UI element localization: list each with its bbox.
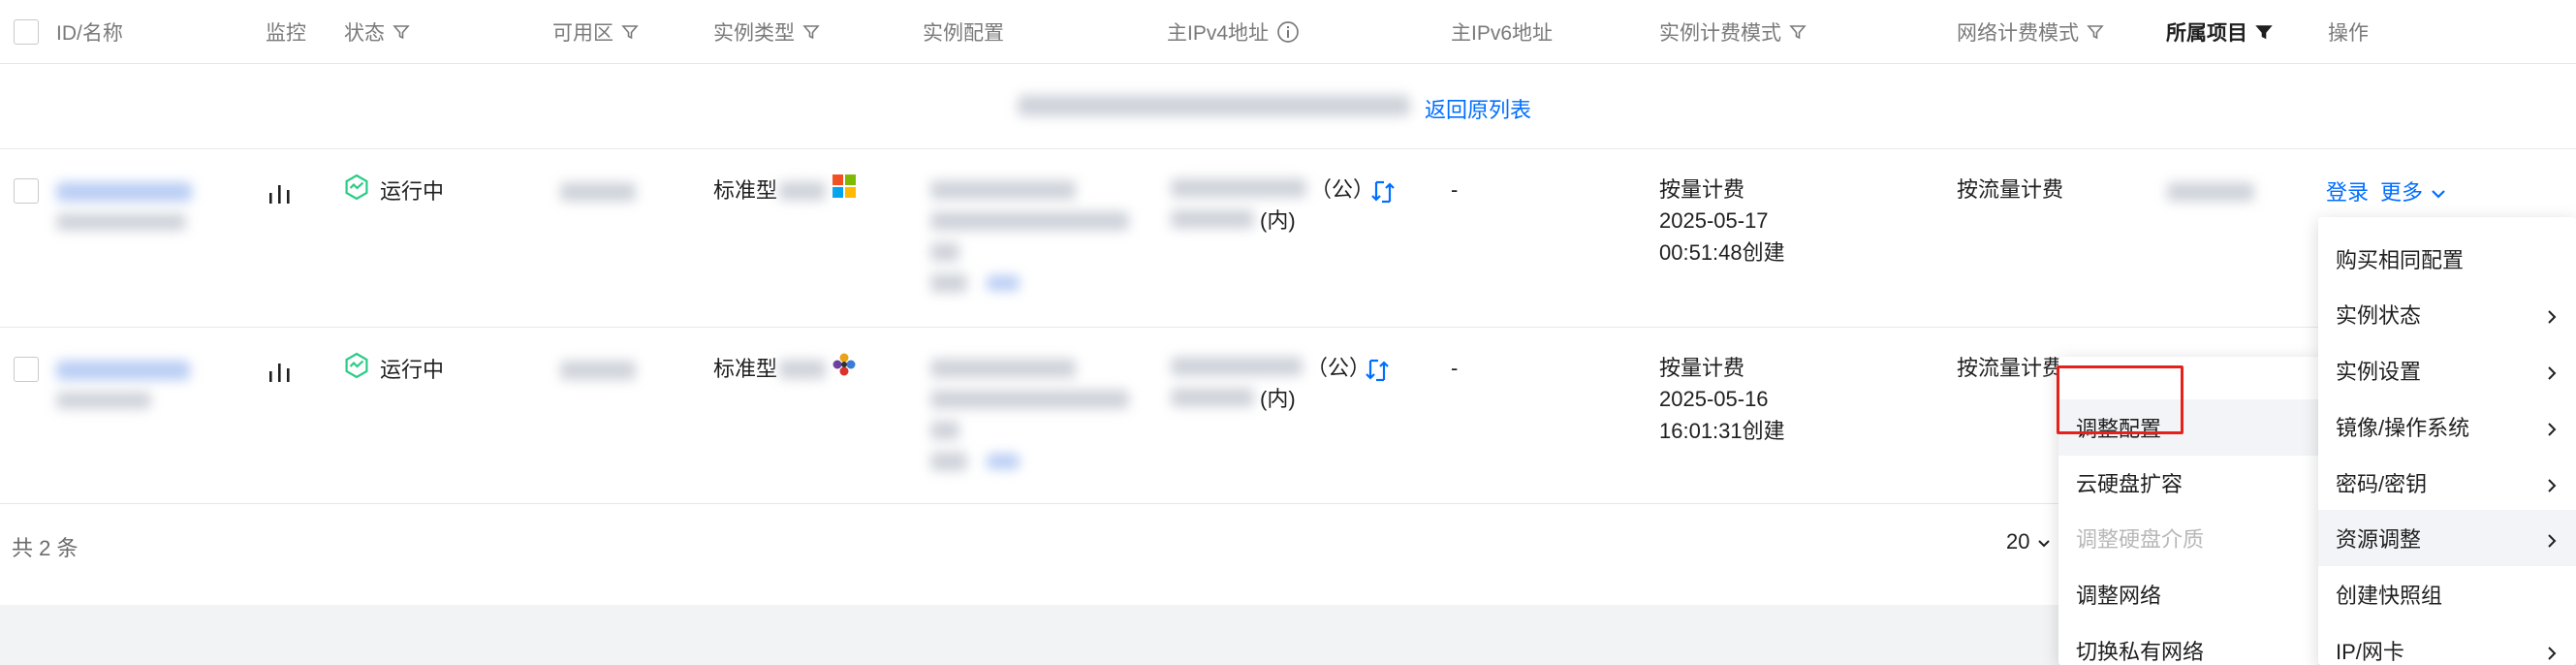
filter-icon[interactable] (1789, 23, 1806, 41)
header-billing-mode[interactable]: 实例计费模式 (1659, 17, 1806, 47)
billing-time: 16:01:31创建 (1659, 419, 1785, 443)
header-network-billing[interactable]: 网络计费模式 (1957, 17, 2104, 47)
table-row: 运行中 标准型 （公） (内) - 按量计费 2025-05-17 00:51:… (0, 149, 2576, 328)
select-all-checkbox[interactable] (14, 19, 39, 45)
menu-item-adjust-config[interactable]: 调整配置 (2058, 399, 2320, 456)
menu-item-disk-media: 调整硬盘介质 (2076, 527, 2205, 552)
login-link[interactable]: 登录 (2326, 176, 2369, 208)
row-checkbox[interactable] (14, 357, 39, 382)
network-billing: 按流量计费 (1957, 177, 2064, 202)
header-zone[interactable]: 可用区 (552, 17, 639, 47)
private-ip-suffix: (内) (1260, 387, 1296, 411)
filter-icon[interactable] (2255, 23, 2273, 41)
chevron-right-icon (2547, 474, 2557, 499)
swap-ip-icon[interactable] (1365, 358, 1390, 383)
project-redacted (2167, 182, 2254, 202)
public-ip-suffix: （公） (1306, 356, 1371, 380)
network-billing: 按流量计费 (1957, 356, 2064, 380)
instance-type: 标准型 (713, 352, 857, 386)
menu-item-instance-settings[interactable]: 实例设置 (2318, 342, 2576, 398)
menu-item-disk-expand[interactable]: 云硬盘扩容 (2058, 455, 2320, 511)
billing-date: 2025-05-17 (1659, 208, 1769, 233)
instance-id-link[interactable] (56, 182, 192, 202)
header-status[interactable]: 状态 (344, 17, 410, 47)
public-ip-redacted (1171, 357, 1303, 376)
instance-config-redacted (930, 359, 1076, 378)
zone-redacted (560, 361, 636, 380)
ipv6-value: - (1451, 177, 1459, 202)
private-ip-redacted (1171, 209, 1254, 229)
menu-item-buy-same[interactable]: 购买相同配置 (2318, 231, 2576, 287)
menu-item-resource-adjust[interactable]: 资源调整 (2318, 510, 2576, 566)
menu-item-password-key[interactable]: 密码/密钥 (2318, 455, 2576, 511)
back-to-list-link[interactable]: 返回原列表 (1425, 93, 1531, 124)
swap-ip-icon[interactable] (1370, 179, 1396, 205)
instance-id-link[interactable] (56, 361, 190, 380)
monitor-chart-icon[interactable] (267, 362, 293, 383)
table-header: ID/名称 监控 状态 可用区 实例类型 实例配置 主IPv4地址 主IPv6地… (0, 0, 2576, 64)
chevron-down-icon (2431, 176, 2446, 208)
page-size-select[interactable]: 20 (2006, 529, 2051, 554)
header-instance-type[interactable]: 实例类型 (713, 17, 820, 47)
config-more-link[interactable] (987, 454, 1020, 469)
running-status-icon (343, 174, 370, 209)
resource-adjust-submenu: 调整配置 云硬盘扩容 调整硬盘介质 调整网络 切换私有网络 (2058, 357, 2320, 665)
filter-icon[interactable] (802, 23, 820, 41)
filter-icon[interactable] (2087, 23, 2104, 41)
chevron-down-icon (2037, 529, 2051, 554)
status-running: 运行中 (343, 352, 444, 388)
menu-item-image-os[interactable]: 镜像/操作系统 (2318, 398, 2576, 455)
filter-icon[interactable] (621, 23, 639, 41)
total-count: 共 2 条 (12, 536, 79, 560)
private-ip-suffix: (内) (1260, 208, 1296, 233)
billing-mode: 按量计费 (1659, 177, 1745, 202)
chevron-right-icon (2547, 642, 2557, 665)
search-result-row (0, 64, 2576, 149)
header-project[interactable]: 所属项目 (2166, 17, 2273, 47)
instance-name (56, 392, 151, 409)
instance-config-redacted (930, 180, 1076, 200)
private-ip-redacted (1171, 388, 1254, 407)
more-actions-menu: 购买相同配置 实例状态 实例设置 镜像/操作系统 密码/密钥 资源调整 创建快照… (2318, 217, 2576, 665)
monitor-chart-icon[interactable] (267, 183, 293, 205)
billing-date: 2025-05-16 (1659, 387, 1769, 411)
menu-item-instance-status[interactable]: 实例状态 (2318, 286, 2576, 342)
header-ipv6: 主IPv6地址 (1451, 22, 1554, 45)
filter-icon[interactable] (393, 23, 410, 41)
status-running: 运行中 (343, 174, 444, 209)
public-ip-suffix: （公） (1310, 177, 1375, 202)
row-checkbox[interactable] (14, 178, 39, 204)
info-icon[interactable] (1276, 20, 1300, 44)
billing-time: 00:51:48创建 (1659, 240, 1785, 265)
more-actions-dropdown[interactable]: 更多 (2380, 176, 2446, 208)
ipv6-value: - (1451, 356, 1459, 380)
search-summary-redacted (1018, 95, 1410, 116)
linux-distro-icon (832, 352, 857, 386)
header-ipv4: 主IPv4地址 (1167, 17, 1300, 47)
menu-item-ip-nic[interactable]: IP/网卡 (2318, 622, 2576, 665)
instance-type: 标准型 (713, 174, 857, 207)
chevron-right-icon (2547, 362, 2557, 387)
chevron-right-icon (2547, 305, 2557, 331)
instance-name (56, 213, 186, 231)
menu-item-adjust-network[interactable]: 调整网络 (2058, 566, 2320, 622)
chevron-right-icon (2547, 418, 2557, 443)
header-id-name: ID/名称 (56, 22, 123, 45)
header-instance-config: 实例配置 (923, 22, 1004, 45)
menu-item-switch-vpc[interactable]: 切换私有网络 (2058, 622, 2320, 665)
header-monitor: 监控 (266, 22, 306, 45)
chevron-right-icon (2547, 529, 2557, 554)
billing-mode: 按量计费 (1659, 356, 1745, 380)
public-ip-redacted (1171, 178, 1306, 198)
zone-redacted (560, 182, 636, 202)
config-more-link[interactable] (987, 275, 1020, 291)
menu-item-create-snapshot-group[interactable]: 创建快照组 (2318, 566, 2576, 622)
windows-icon (832, 174, 857, 207)
header-actions: 操作 (2328, 22, 2369, 45)
running-status-icon (343, 352, 370, 388)
